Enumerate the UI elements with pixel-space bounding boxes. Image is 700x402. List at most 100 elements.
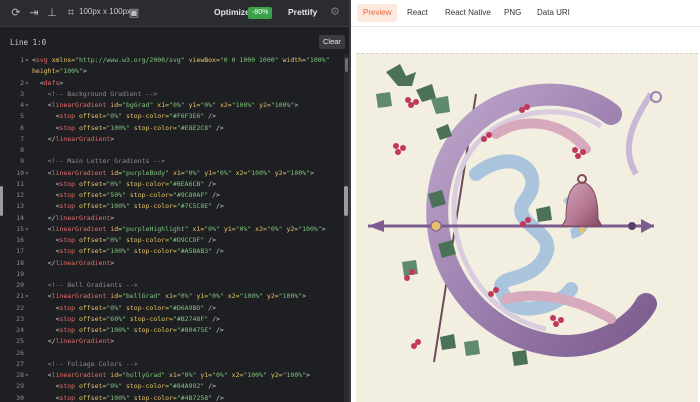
code-editor[interactable]: 1 ▾ <svg xmlns="http://www.w3.org/2000/svg… <box>0 55 344 402</box>
bell <box>561 181 603 227</box>
fold-toggle-icon[interactable]: ▾ <box>25 291 29 302</box>
tab-preview[interactable]: Preview <box>357 4 398 22</box>
tab-png[interactable]: PNG <box>498 4 527 22</box>
code-line[interactable]: 21 ▾ <linearGradient id="bellGrad" x1="0%… <box>0 291 344 302</box>
blue-ribbon <box>469 154 578 316</box>
settings-icon[interactable]: ⚙ <box>329 6 341 18</box>
code-line[interactable]: 27 <!-- Foliage Colors --> <box>0 359 344 370</box>
prettify-button[interactable]: Prettify <box>288 7 317 17</box>
fold-toggle-icon[interactable]: ▾ <box>25 78 29 89</box>
holly-leaf <box>386 64 416 86</box>
line-number: 23 <box>16 314 24 323</box>
editor-scrollbar-thumb[interactable] <box>345 58 348 72</box>
code-line[interactable]: 2 ▾ <defs> <box>0 78 344 89</box>
code-line[interactable]: 6 <stop offset="100%" stop-color="#E8E2C… <box>0 123 344 134</box>
code-line[interactable]: 15 ▾ <linearGradient id="purpleHighlight"… <box>0 224 344 235</box>
code-line[interactable]: 23 <stop offset="60%" stop-color="#B2748… <box>0 314 344 325</box>
fold-toggle-icon[interactable]: ▾ <box>25 100 29 111</box>
code-text: <svg xmlns="http://www.w3.org/2000/svg" … <box>32 56 330 64</box>
code-text: <stop offset="60%" stop-color="#B2748F" … <box>32 314 220 323</box>
line-number: 29 <box>16 382 24 391</box>
line-number: 13 <box>16 202 24 211</box>
align-icon[interactable]: ⊥ <box>45 6 59 20</box>
code-line[interactable]: 7 </linearGradient> <box>0 134 344 145</box>
holly-leaf <box>431 96 450 114</box>
optimize-savings-badge: -80% <box>248 7 273 19</box>
crop-icon[interactable]: ⌗ <box>64 6 78 20</box>
arrow-tip-left <box>368 220 384 232</box>
code-line[interactable]: 24 <stop offset="100%" stop-color="#8047… <box>0 325 344 336</box>
code-line[interactable]: height="100%"> <box>0 66 344 77</box>
code-line[interactable]: 22 <stop offset="0%" stop-color="#D6A9BD… <box>0 303 344 314</box>
tab-react-native[interactable]: React Native <box>439 4 497 22</box>
frame-icon[interactable]: ▣ <box>127 6 141 20</box>
line-number: 17 <box>16 247 24 256</box>
streamer-ribbon <box>625 92 654 176</box>
holly-leaf <box>376 92 392 108</box>
code-line[interactable]: 30 <stop offset="100%" stop-color="#4B72… <box>0 393 344 402</box>
line-number: 14 <box>16 213 24 222</box>
line-number: 20 <box>16 281 24 289</box>
code-line[interactable]: 9 <!-- Main Letter Gradients --> <box>0 156 344 167</box>
code-text: <defs> <box>32 78 64 87</box>
arrow-tip-right <box>641 219 654 233</box>
code-line[interactable]: 16 <stop offset="0%" stop-color="#D9CCDF… <box>0 235 344 246</box>
line-number: 16 <box>16 236 24 244</box>
line-number: 3 <box>20 89 24 98</box>
refresh-icon[interactable]: ⟳ <box>9 6 23 20</box>
optimize-toggle[interactable]: Optimize <box>214 7 250 17</box>
code-line[interactable]: 11 <stop offset="0%" stop-color="#BEA6CB… <box>0 179 344 190</box>
code-line[interactable]: 5 <stop offset="0%" stop-color="#F6F3E6"… <box>0 111 344 122</box>
pink-ribbon-top <box>491 118 591 154</box>
code-text: <!-- Foliage Colors --> <box>32 359 138 368</box>
bell-clapper <box>579 227 585 233</box>
code-text: height="100%"> <box>32 67 87 76</box>
arrow-knob <box>628 222 636 230</box>
code-line[interactable]: 1 ▾ <svg xmlns="http://www.w3.org/2000/svg… <box>0 55 344 66</box>
svg-preview-canvas <box>356 53 698 402</box>
code-text: </linearGradient> <box>32 134 115 143</box>
pane-resize-handle[interactable] <box>344 186 348 216</box>
line-number: 18 <box>16 258 24 267</box>
preview-tabs: Preview React React Native PNG Data URI <box>351 0 700 27</box>
code-line[interactable]: 17 <stop offset="100%" stop-color="#A58A… <box>0 246 344 257</box>
editor-pane: ⟳ ⇥ ⊥ ⌗ 100px x 100px ▣ Optimize -80% Pr… <box>0 0 349 402</box>
fold-toggle-icon[interactable]: ▾ <box>25 224 29 235</box>
holly-leaf <box>464 340 480 356</box>
code-text: <stop offset="0%" stop-color="#BEA6CB" /… <box>32 179 216 188</box>
code-line[interactable]: 3 <!-- Background Gradient --> <box>0 89 344 100</box>
preview-pane: Preview React React Native PNG Data URI <box>351 0 700 402</box>
code-text: <stop offset="0%" stop-color="#84A992" /… <box>32 382 216 391</box>
fold-toggle-icon[interactable]: ▾ <box>25 55 29 66</box>
line-number: 5 <box>20 112 24 121</box>
line-number: 27 <box>16 359 24 368</box>
code-line[interactable]: 20 <!-- Bell Gradients --> <box>0 280 344 291</box>
code-line[interactable]: 19 <box>0 269 344 280</box>
code-text: <stop offset="0%" stop-color="#D6A9BD" /… <box>32 303 216 312</box>
code-line[interactable]: 4 ▾ <linearGradient id="bgGrad" x1="0%" y… <box>0 100 344 111</box>
code-text: <linearGradient id="hollyGrad" x1="0%" y… <box>32 371 310 379</box>
code-line[interactable]: 10 ▾ <linearGradient id="purpleBody" x1="… <box>0 168 344 179</box>
fold-toggle-icon[interactable]: ▾ <box>25 370 29 381</box>
code-line[interactable]: 25 </linearGradient> <box>0 336 344 347</box>
code-line[interactable]: 26 <box>0 348 344 359</box>
code-text: <linearGradient id="bellGrad" x1="0%" y1… <box>32 292 307 301</box>
code-line[interactable]: 14 </linearGradient> <box>0 213 344 224</box>
export-icon[interactable]: ⇥ <box>27 6 41 20</box>
tab-data-uri[interactable]: Data URI <box>531 4 576 22</box>
code-line[interactable]: 18 </linearGradient> <box>0 258 344 269</box>
left-resize-handle[interactable] <box>0 186 3 216</box>
editor-toolbar: ⟳ ⇥ ⊥ ⌗ 100px x 100px ▣ Optimize -80% Pr… <box>0 0 349 27</box>
clear-button[interactable]: Clear <box>319 35 345 49</box>
code-line[interactable]: 13 <stop offset="100%" stop-color="#7C5C… <box>0 201 344 212</box>
fold-toggle-icon[interactable]: ▾ <box>25 168 29 179</box>
code-line[interactable]: 28 ▾ <linearGradient id="hollyGrad" x1="0… <box>0 370 344 381</box>
code-text: <stop offset="100%" stop-color="#E8E2C8"… <box>32 123 224 132</box>
tab-react[interactable]: React <box>401 4 434 22</box>
line-number: 12 <box>16 191 24 199</box>
code-line[interactable]: 12 <stop offset="50%" stop-color="#9C80A… <box>0 190 344 201</box>
line-number: 10 <box>16 168 24 177</box>
code-line[interactable]: 29 <stop offset="0%" stop-color="#84A992… <box>0 381 344 392</box>
code-text: <linearGradient id="bgGrad" x1="0%" y1="… <box>32 101 299 109</box>
code-line[interactable]: 8 <box>0 145 344 156</box>
